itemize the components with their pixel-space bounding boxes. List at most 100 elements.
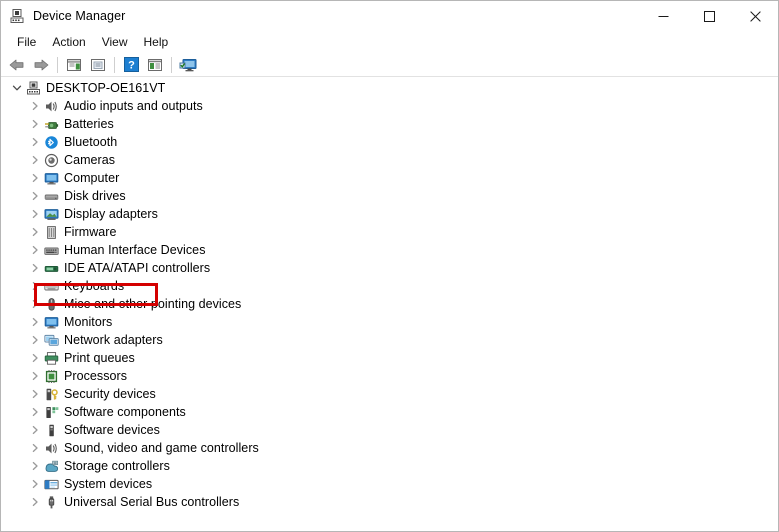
tree-item-print-queues-label: Print queues: [64, 351, 135, 365]
tree-item-processors[interactable]: Processors: [1, 367, 778, 385]
tree-item-software-components[interactable]: Software components: [1, 403, 778, 421]
tree-item-keyboards-label: Keyboards: [64, 279, 125, 293]
tree-item-universal-serial-bus-controllers[interactable]: Universal Serial Bus controllers: [1, 493, 778, 511]
system-device-icon: [43, 476, 59, 492]
chevron-right-icon[interactable]: [27, 386, 43, 402]
chevron-right-icon[interactable]: [27, 440, 43, 456]
ide-controller-icon: [43, 260, 59, 276]
chevron-right-icon[interactable]: [27, 476, 43, 492]
tree-item-ide-ata-atapi-controllers[interactable]: IDE ATA/ATAPI controllers: [1, 259, 778, 277]
tree-item-keyboards[interactable]: Keyboards: [1, 277, 778, 295]
tree-item-network-adapters-label: Network adapters: [64, 333, 163, 347]
tree-item-disk-drives[interactable]: Disk drives: [1, 187, 778, 205]
tree-item-computer[interactable]: Computer: [1, 169, 778, 187]
tree-item-software-components-label: Software components: [64, 405, 186, 419]
chevron-right-icon[interactable]: [27, 134, 43, 150]
mouse-icon: [43, 296, 59, 312]
title-bar: Device Manager: [1, 1, 778, 31]
tree-item-audio-inputs-and-outputs[interactable]: Audio inputs and outputs: [1, 97, 778, 115]
tree-item-root-label: DESKTOP-OE161VT: [46, 81, 166, 95]
chevron-right-icon[interactable]: [27, 296, 43, 312]
chevron-right-icon[interactable]: [27, 332, 43, 348]
chevron-right-icon[interactable]: [27, 404, 43, 420]
speaker-icon: [43, 98, 59, 114]
tree-item-batteries[interactable]: Batteries: [1, 115, 778, 133]
firmware-chip-icon: [43, 224, 59, 240]
chevron-down-icon[interactable]: [9, 80, 25, 96]
storage-controller-icon: [43, 458, 59, 474]
chevron-right-icon[interactable]: [27, 278, 43, 294]
chevron-right-icon[interactable]: [27, 368, 43, 384]
disk-drive-icon: [43, 188, 59, 204]
usb-icon: [43, 494, 59, 510]
tree-item-system-devices[interactable]: System devices: [1, 475, 778, 493]
back-arrow-icon[interactable]: [5, 54, 29, 76]
chevron-right-icon[interactable]: [27, 314, 43, 330]
menu-view[interactable]: View: [94, 33, 136, 51]
camera-icon: [43, 152, 59, 168]
tree-item-monitors[interactable]: Monitors: [1, 313, 778, 331]
chevron-right-icon[interactable]: [27, 170, 43, 186]
tree-item-computer-label: Computer: [64, 171, 120, 185]
chevron-right-icon[interactable]: [27, 260, 43, 276]
tree-item-storage-controllers[interactable]: Storage controllers: [1, 457, 778, 475]
tree-item-display-adapters[interactable]: Display adapters: [1, 205, 778, 223]
chevron-right-icon[interactable]: [27, 224, 43, 240]
toolbar-separator: [171, 56, 172, 73]
menu-file[interactable]: File: [9, 33, 44, 51]
toolbar-separator: [114, 56, 115, 73]
window-controls: [640, 1, 778, 31]
device-tree[interactable]: DESKTOP-OE161VT Audio inputs and outputs…: [1, 77, 778, 529]
tree-item-network-adapters[interactable]: Network adapters: [1, 331, 778, 349]
tree-item-software-devices[interactable]: Software devices: [1, 421, 778, 439]
help-icon[interactable]: ?: [119, 54, 143, 76]
show-hidden-devices-icon[interactable]: [143, 54, 167, 76]
tree-item-print-queues[interactable]: Print queues: [1, 349, 778, 367]
processor-icon: [43, 368, 59, 384]
scan-hardware-changes-icon[interactable]: [176, 54, 200, 76]
chevron-right-icon[interactable]: [27, 350, 43, 366]
tree-item-root[interactable]: DESKTOP-OE161VT: [1, 79, 778, 97]
tree-item-security-devices-label: Security devices: [64, 387, 156, 401]
chevron-right-icon[interactable]: [27, 98, 43, 114]
chevron-right-icon[interactable]: [27, 152, 43, 168]
chevron-right-icon[interactable]: [27, 206, 43, 222]
chevron-right-icon[interactable]: [27, 116, 43, 132]
tree-item-software-devices-label: Software devices: [64, 423, 160, 437]
tree-item-mice-and-other-pointing-devices[interactable]: Mice and other pointing devices: [1, 295, 778, 313]
tree-item-security-devices[interactable]: Security devices: [1, 385, 778, 403]
tree-item-cameras[interactable]: Cameras: [1, 151, 778, 169]
tree-item-bluetooth[interactable]: Bluetooth: [1, 133, 778, 151]
close-button[interactable]: [732, 1, 778, 31]
menu-action[interactable]: Action: [44, 33, 93, 51]
tree-item-processors-label: Processors: [64, 369, 128, 383]
chevron-right-icon[interactable]: [27, 458, 43, 474]
tree-item-disk-drives-label: Disk drives: [64, 189, 126, 203]
security-key-icon: [43, 386, 59, 402]
menu-help[interactable]: Help: [136, 33, 177, 51]
tree-item-monitors-label: Monitors: [64, 315, 113, 329]
bluetooth-icon: [43, 134, 59, 150]
tree-item-sound-video-and-game-controllers[interactable]: Sound, video and game controllers: [1, 439, 778, 457]
tree-item-firmware[interactable]: Firmware: [1, 223, 778, 241]
tree-item-display-adapters-label: Display adapters: [64, 207, 158, 221]
update-driver-icon[interactable]: [86, 54, 110, 76]
toolbar: ?: [1, 53, 778, 77]
properties-icon[interactable]: [62, 54, 86, 76]
chevron-right-icon[interactable]: [27, 422, 43, 438]
minimize-button[interactable]: [640, 1, 686, 31]
forward-arrow-icon[interactable]: [29, 54, 53, 76]
computer-icon: [25, 80, 41, 96]
tree-item-bluetooth-label: Bluetooth: [64, 135, 118, 149]
window-title: Device Manager: [33, 9, 126, 23]
chevron-right-icon[interactable]: [27, 494, 43, 510]
tree-item-firmware-label: Firmware: [64, 225, 117, 239]
tree-item-batteries-label: Batteries: [64, 117, 114, 131]
tree-item-ide-ata-atapi-controllers-label: IDE ATA/ATAPI controllers: [64, 261, 211, 275]
tree-item-sound-video-and-game-controllers-label: Sound, video and game controllers: [64, 441, 259, 455]
maximize-button[interactable]: [686, 1, 732, 31]
chevron-right-icon[interactable]: [27, 242, 43, 258]
chevron-right-icon[interactable]: [27, 188, 43, 204]
tree-item-human-interface-devices[interactable]: Human Interface Devices: [1, 241, 778, 259]
device-manager-icon: [9, 8, 25, 24]
